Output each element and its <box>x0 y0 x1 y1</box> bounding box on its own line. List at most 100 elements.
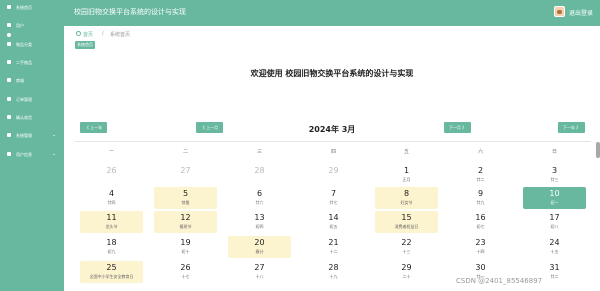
calendar-day[interactable]: 1 正月 <box>375 164 438 186</box>
day-number: 23 <box>475 238 486 247</box>
day-number: 7 <box>330 189 337 198</box>
sidebar-item-categories[interactable]: 物品分类 <box>0 38 64 50</box>
day-lunar-label: 廿三 <box>550 177 559 182</box>
calendar-day[interactable]: 19 初十 <box>154 236 217 258</box>
calendar-day[interactable]: 25 全国中小学生安全教育日 <box>80 261 143 283</box>
day-number: 30 <box>475 263 486 272</box>
calendar-day[interactable]: 27 十八 <box>228 261 291 283</box>
day-number: 14 <box>328 213 339 222</box>
calendar-month-title: 2024年 3月 <box>308 125 356 134</box>
day-number: 4 <box>108 189 115 198</box>
calendar-day[interactable]: 8 妇女节 <box>375 187 438 209</box>
calendar-day[interactable]: 20 春分 <box>228 236 291 258</box>
receive-icon <box>7 115 11 119</box>
day-number: 29 <box>328 166 339 175</box>
day-number: 19 <box>180 238 191 247</box>
calendar-day[interactable]: 9 廿九 <box>449 187 512 209</box>
day-number: 26 <box>180 263 191 272</box>
calendar-day[interactable]: 26 十七 <box>154 261 217 283</box>
sidebar-item-label: 物品分类 <box>16 42 32 47</box>
scrollbar[interactable] <box>596 142 600 158</box>
home-icon <box>7 5 11 9</box>
next-month-button[interactable]: 下一月 》 <box>444 122 471 133</box>
sidebar-item-users[interactable]: 用户 <box>0 19 64 31</box>
calendar-day[interactable]: 6 廿六 <box>228 187 291 209</box>
calendar-day[interactable]: 14 初五 <box>302 211 365 233</box>
day-number: 15 <box>401 213 412 222</box>
day-number: 27 <box>254 263 265 272</box>
day-lunar-label: 十七 <box>181 274 190 279</box>
calendar-day[interactable]: 26 <box>80 164 143 186</box>
day-lunar-label: 十八 <box>255 274 264 279</box>
day-lunar-label: 初一 <box>550 200 559 205</box>
logout-link[interactable]: 退出登录 <box>569 8 593 17</box>
calendar-day[interactable]: 7 廿七 <box>302 187 365 209</box>
calendar-day[interactable]: 15 消费者权益日 <box>375 211 438 233</box>
breadcrumb-current: 系统首页 <box>110 32 131 38</box>
day-number: 6 <box>256 189 263 198</box>
calendar-day[interactable]: 11 龙头节 <box>80 211 143 233</box>
weekday-label: 三 <box>256 149 262 155</box>
home-icon <box>76 31 81 36</box>
breadcrumb-home[interactable]: 首页 <box>83 31 93 38</box>
day-lunar-label: 惊蛰 <box>181 200 190 205</box>
day-number: 21 <box>328 238 339 247</box>
watermark: CSDN @2401_85546897 <box>456 277 543 285</box>
day-lunar-label: 初九 <box>107 249 116 254</box>
sidebar-item-system[interactable]: 系统管理 ⌄ <box>0 129 64 141</box>
sidebar-item-goods[interactable]: 二手物品 <box>0 56 64 68</box>
calendar-day[interactable]: 29 二十 <box>375 261 438 283</box>
sidebar-item-user-info[interactable]: 用户信息 ⌄ <box>0 148 64 160</box>
info-icon <box>7 152 11 156</box>
calendar-day[interactable]: 12 植树节 <box>154 211 217 233</box>
sidebar-item-shop[interactable]: 商城 <box>0 74 64 86</box>
day-number: 1 <box>403 166 410 175</box>
calendar-day[interactable]: 2 廿二 <box>449 164 512 186</box>
calendar-day[interactable]: 28 <box>228 164 291 186</box>
day-number: 22 <box>401 238 412 247</box>
day-number: 17 <box>549 213 560 222</box>
calendar-day[interactable]: 17 初八 <box>523 211 586 233</box>
sidebar-item-orders[interactable]: 订单管理 <box>0 93 64 105</box>
sidebar-item-home[interactable]: 系统首页 <box>0 1 64 13</box>
day-lunar-label: 廿九 <box>476 200 485 205</box>
day-number: 16 <box>475 213 486 222</box>
day-number: 28 <box>254 166 265 175</box>
calendar-day[interactable]: 28 十九 <box>302 261 365 283</box>
day-lunar-label: 十三 <box>402 249 411 254</box>
sidebar-item-label: 确认收货 <box>16 115 32 120</box>
calendar-day[interactable]: 24 十五 <box>523 236 586 258</box>
sidebar-item-receive[interactable]: 确认收货 <box>0 111 64 123</box>
calendar-day[interactable]: 4 廿四 <box>80 187 143 209</box>
sidebar-item-label: 系统首页 <box>16 5 32 10</box>
calendar-day[interactable]: 21 十二 <box>302 236 365 258</box>
dot-icon <box>7 33 11 37</box>
next-year-button[interactable]: 下一年 》 <box>558 122 585 133</box>
calendar-day-today[interactable]: 10 初一 <box>523 187 586 209</box>
calendar-day[interactable]: 3 廿三 <box>523 164 586 186</box>
calendar-day[interactable]: 29 <box>302 164 365 186</box>
sidebar-item-label: 用户 <box>16 23 24 28</box>
day-number: 24 <box>549 238 560 247</box>
tab-home[interactable]: 系统首页 <box>75 41 95 49</box>
calendar-day[interactable]: 27 <box>154 164 217 186</box>
calendar-day[interactable]: 5 惊蛰 <box>154 187 217 209</box>
category-icon <box>7 42 11 46</box>
day-number: 11 <box>106 213 117 222</box>
sidebar-item-label: 商城 <box>16 78 24 83</box>
day-lunar-label: 消费者权益日 <box>394 224 419 229</box>
calendar-day[interactable]: 22 十三 <box>375 236 438 258</box>
day-number: 3 <box>551 166 558 175</box>
day-lunar-label: 二十 <box>402 274 411 279</box>
sidebar-item-label: 用户信息 <box>16 152 32 157</box>
calendar-day[interactable]: 13 初四 <box>228 211 291 233</box>
calendar-day[interactable]: 23 十四 <box>449 236 512 258</box>
sidebar-item-label: 订单管理 <box>16 97 32 102</box>
avatar[interactable] <box>554 6 565 17</box>
calendar-day[interactable]: 16 初七 <box>449 211 512 233</box>
day-number: 28 <box>328 263 339 272</box>
day-lunar-label: 廿四 <box>107 200 116 205</box>
calendar-day[interactable]: 18 初九 <box>80 236 143 258</box>
chevron-down-icon: ⌄ <box>52 132 57 138</box>
day-lunar-label: 初五 <box>329 224 338 229</box>
